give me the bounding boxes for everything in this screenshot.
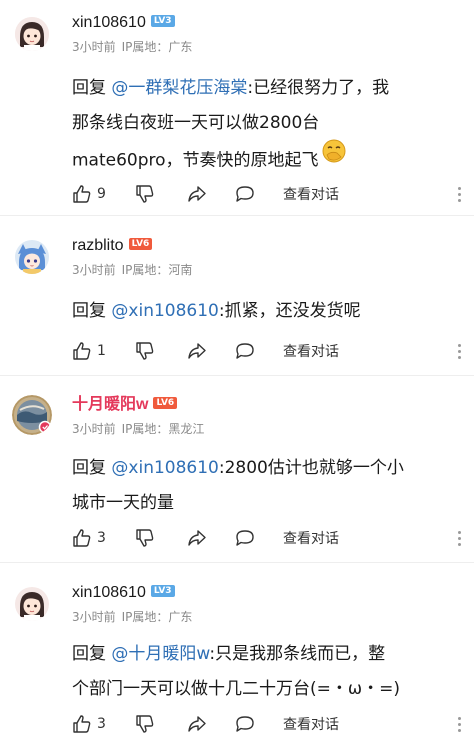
mention-link[interactable]: @一群梨花压海棠 [111, 78, 247, 98]
comment-icon [236, 530, 254, 546]
level-badge: LV6 [153, 396, 178, 409]
avatar[interactable] [15, 240, 49, 274]
comment-text: 回复 @一群梨花压海棠:已经很努力了，我 那条线白夜班一天可以做2800台 ma… [72, 71, 462, 180]
avatar[interactable] [12, 395, 52, 435]
share-button[interactable] [187, 713, 207, 735]
comment-actions: 3 查看对话 [72, 713, 472, 735]
more-options-icon[interactable] [458, 187, 462, 205]
comment-meta: 3小时前 IP属地：广东 [72, 609, 198, 625]
share-button[interactable] [187, 183, 207, 205]
reply-word: 回复 [72, 78, 106, 98]
username[interactable]: 十月暖阳w LV6 [72, 395, 178, 415]
level-badge: LV3 [150, 14, 175, 27]
comment-meta: 3小时前 IP属地：黑龙江 [72, 421, 210, 437]
dislike-button[interactable] [135, 527, 155, 549]
reply-button[interactable] [234, 527, 256, 549]
comment-actions: 1 查看对话 [72, 340, 472, 362]
like-button[interactable]: 3 [72, 527, 106, 549]
avatar[interactable] [15, 587, 49, 621]
username[interactable]: razblito LV6 [72, 236, 153, 256]
timestamp: 3小时前 [72, 263, 116, 277]
mention-link[interactable]: @xin108610 [111, 458, 218, 478]
thumbs-down-icon [136, 529, 154, 547]
ip-location: IP属地：河南 [121, 263, 193, 277]
thumbs-down-icon [136, 185, 154, 203]
share-button[interactable] [187, 527, 207, 549]
username[interactable]: xin108610 LV3 [72, 13, 175, 33]
like-count: 1 [97, 343, 106, 359]
share-icon [188, 716, 206, 732]
comment-icon [236, 716, 254, 732]
comment-text: 回复 @xin108610:抓紧，还没发货呢 [72, 301, 361, 321]
level-badge: LV6 [128, 237, 153, 250]
more-options-icon[interactable] [458, 717, 462, 735]
view-dialog-link[interactable]: 查看对话 [283, 527, 339, 549]
comment-actions: 3 查看对话 [72, 527, 472, 549]
thumbs-up-icon [73, 342, 91, 360]
timestamp: 3小时前 [72, 40, 116, 54]
view-dialog-link[interactable]: 查看对话 [283, 183, 339, 205]
username[interactable]: xin108610 LV3 [72, 583, 175, 603]
thumbs-up-icon [73, 185, 91, 203]
divider [0, 562, 474, 563]
dislike-button[interactable] [135, 183, 155, 205]
mention-link[interactable]: @十月暖阳w [111, 644, 209, 664]
comment-icon [236, 343, 254, 359]
dislike-button[interactable] [135, 713, 155, 735]
comment-meta: 3小时前 IP属地：广东 [72, 39, 198, 55]
comment-meta: 3小时前 IP属地：河南 [72, 262, 198, 278]
reply-word: 回复 [72, 301, 106, 321]
face-with-hand-over-mouth-icon [321, 138, 347, 177]
ip-location: IP属地：广东 [121, 610, 193, 624]
comment-text: 回复 @xin108610:2800估计也就够一个小 城市一天的量 [72, 458, 404, 513]
reply-word: 回复 [72, 458, 106, 478]
divider [0, 215, 474, 216]
dislike-button[interactable] [135, 340, 155, 362]
share-icon [188, 343, 206, 359]
view-dialog-link[interactable]: 查看对话 [283, 713, 339, 735]
timestamp: 3小时前 [72, 422, 116, 436]
mention-link[interactable]: @xin108610 [111, 301, 218, 321]
reply-word: 回复 [72, 644, 106, 664]
ip-location: IP属地：黑龙江 [121, 422, 205, 436]
comment-icon [236, 186, 254, 202]
like-button[interactable]: 1 [72, 340, 106, 362]
like-count: 3 [97, 530, 106, 546]
like-button[interactable]: 9 [72, 183, 106, 205]
comment-text: 回复 @十月暖阳w:只是我那条线而已，整 个部门一天可以做十几二十万台(=・ω・… [72, 644, 400, 699]
more-options-icon[interactable] [458, 344, 462, 362]
like-count: 3 [97, 716, 106, 732]
ip-location: IP属地：广东 [121, 40, 193, 54]
share-icon [188, 530, 206, 546]
more-options-icon[interactable] [458, 531, 462, 549]
view-dialog-link[interactable]: 查看对话 [283, 340, 339, 362]
thumbs-up-icon [73, 529, 91, 547]
like-count: 9 [97, 186, 106, 202]
divider [0, 375, 474, 376]
share-button[interactable] [187, 340, 207, 362]
level-badge: LV3 [150, 584, 175, 597]
like-button[interactable]: 3 [72, 713, 106, 735]
reply-button[interactable] [234, 183, 256, 205]
share-icon [188, 186, 206, 202]
timestamp: 3小时前 [72, 610, 116, 624]
reply-button[interactable] [234, 340, 256, 362]
thumbs-down-icon [136, 342, 154, 360]
comment-actions: 9 查看对话 [72, 183, 472, 205]
avatar[interactable] [15, 17, 49, 51]
thumbs-down-icon [136, 715, 154, 733]
reply-button[interactable] [234, 713, 256, 735]
thumbs-up-icon [73, 715, 91, 733]
